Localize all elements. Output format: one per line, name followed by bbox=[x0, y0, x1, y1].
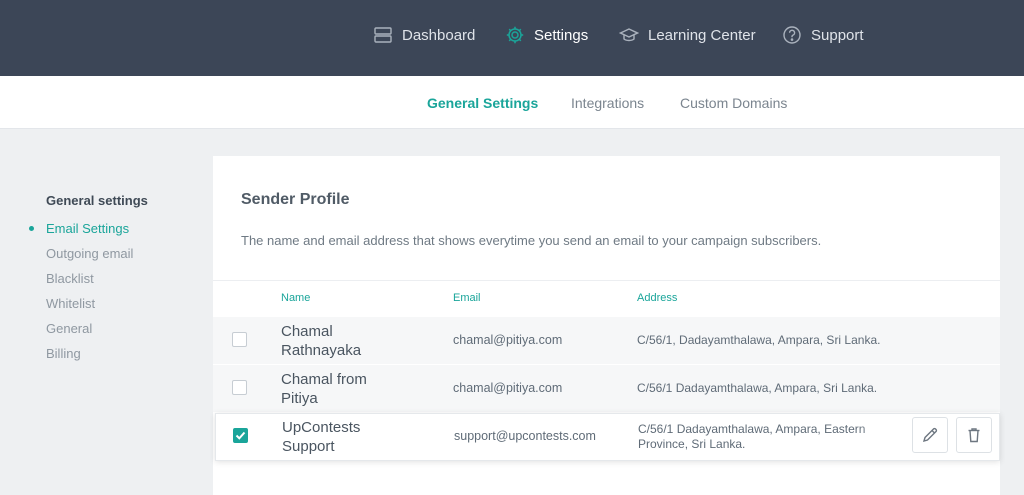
sender-email: chamal@pitiya.com bbox=[453, 381, 563, 395]
column-header-email: Email bbox=[453, 292, 481, 304]
card-description: The name and email address that shows ev… bbox=[241, 233, 822, 248]
delete-button[interactable] bbox=[956, 417, 992, 453]
nav-settings-label: Settings bbox=[534, 26, 589, 44]
nav-support-label: Support bbox=[811, 26, 864, 44]
tab-custom-domains[interactable]: Custom Domains bbox=[680, 95, 787, 111]
row-checkbox[interactable] bbox=[232, 332, 247, 347]
checkmark-icon bbox=[235, 431, 246, 440]
sidebar-item-blacklist[interactable]: Blacklist bbox=[46, 271, 94, 286]
graduation-cap-icon bbox=[619, 28, 639, 42]
settings-tab-bar: General Settings Integrations Custom Dom… bbox=[0, 76, 1024, 129]
gear-icon bbox=[506, 26, 524, 44]
sender-email: chamal@pitiya.com bbox=[453, 333, 563, 347]
table-row[interactable]: UpContests Support support@upcontests.co… bbox=[215, 413, 1000, 461]
sidebar-item-outgoing-email[interactable]: Outgoing email bbox=[46, 246, 133, 261]
divider bbox=[213, 280, 1000, 281]
address-fade-overlay bbox=[856, 414, 916, 460]
trash-icon bbox=[968, 428, 980, 443]
table-row[interactable]: Chamal from Pitiya chamal@pitiya.com C/5… bbox=[213, 364, 1000, 412]
pencil-icon bbox=[922, 427, 938, 443]
top-nav-bar: Dashboard Settings Learning Center Suppo… bbox=[0, 0, 1024, 76]
table-row[interactable]: Chamal Rathnayaka chamal@pitiya.com C/56… bbox=[213, 316, 1000, 364]
row-checkbox[interactable] bbox=[232, 380, 247, 395]
nav-learning-center-label: Learning Center bbox=[648, 26, 756, 44]
row-checkbox-checked[interactable] bbox=[233, 428, 248, 443]
nav-support[interactable]: Support bbox=[782, 24, 864, 46]
tab-general-settings[interactable]: General Settings bbox=[427, 95, 538, 111]
sender-email: support@upcontests.com bbox=[454, 429, 596, 443]
sender-address: C/56/1 Dadayamthalawa, Ampara, Sri Lanka… bbox=[637, 381, 878, 395]
sender-name: Chamal from Pitiya bbox=[281, 371, 367, 407]
nav-learning-center[interactable]: Learning Center bbox=[619, 24, 756, 46]
tab-integrations[interactable]: Integrations bbox=[571, 95, 644, 111]
sidebar-item-general[interactable]: General bbox=[46, 321, 92, 336]
sender-name: Chamal Rathnayaka bbox=[281, 323, 362, 359]
help-circle-icon bbox=[783, 26, 801, 44]
card-title: Sender Profile bbox=[241, 191, 350, 208]
sidebar-item-whitelist[interactable]: Whitelist bbox=[46, 296, 95, 311]
dashboard-icon bbox=[374, 27, 392, 43]
sender-profile-card: Sender Profile The name and email addres… bbox=[213, 156, 1000, 495]
sidebar-heading: General settings bbox=[46, 193, 148, 208]
sender-name: UpContests Support bbox=[282, 419, 361, 455]
column-header-name: Name bbox=[281, 292, 311, 304]
active-indicator-dot bbox=[29, 226, 34, 231]
sidebar-item-email-settings[interactable]: Email Settings bbox=[46, 221, 129, 236]
nav-dashboard[interactable]: Dashboard bbox=[373, 24, 475, 46]
edit-button[interactable] bbox=[912, 417, 948, 453]
sender-address: C/56/1, Dadayamthalawa, Ampara, Sri Lank… bbox=[637, 333, 881, 347]
sidebar-item-billing[interactable]: Billing bbox=[46, 346, 81, 361]
nav-settings[interactable]: Settings bbox=[505, 24, 588, 46]
column-header-address: Address bbox=[637, 292, 678, 304]
nav-dashboard-label: Dashboard bbox=[402, 26, 476, 44]
